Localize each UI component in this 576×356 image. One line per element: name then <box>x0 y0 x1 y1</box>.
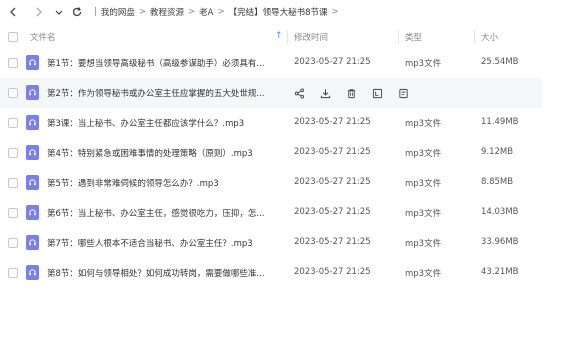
table-row[interactable]: 第6节：当上秘书、办公室主任，感觉很吃力，压抑，怎... 2023-05-27 … <box>0 198 542 228</box>
file-type: mp3文件 <box>405 179 442 189</box>
chevron-right-icon: > <box>217 7 225 17</box>
file-size: 43.21MB <box>481 267 519 277</box>
file-size: 33.96MB <box>481 237 519 247</box>
row-checkbox[interactable] <box>8 88 18 98</box>
file-type: mp3文件 <box>405 119 442 129</box>
table-row[interactable]: 第1节：要想当领导高级秘书（高级参谋助手）必须具有... 2023-05-27 … <box>0 48 542 78</box>
file-name[interactable]: 第1节：要想当领导高级秘书（高级参谋助手）必须具有... <box>47 57 277 69</box>
file-modified-time: 2023-05-27 21:25 <box>294 237 371 247</box>
file-type: mp3文件 <box>405 269 442 279</box>
column-header-size[interactable]: 大小 <box>481 31 498 43</box>
file-name[interactable]: 第8节：如何与领导相处？如何成功转岗，需要做哪些准... <box>47 267 277 279</box>
file-size: 11.49MB <box>481 117 519 127</box>
audio-file-icon <box>26 235 39 250</box>
file-modified-time: 2023-05-27 21:25 <box>294 177 371 187</box>
file-size: 14.03MB <box>481 207 519 217</box>
audio-file-icon <box>26 55 39 70</box>
back-icon[interactable] <box>6 5 20 19</box>
row-checkbox[interactable] <box>8 58 18 68</box>
file-type: mp3文件 <box>405 59 442 69</box>
column-header-time[interactable]: 修改时间 <box>294 31 328 43</box>
file-name[interactable]: 第4节：特别紧急或困难事情的处理策略（原则）.mp3 <box>47 147 277 159</box>
select-all-checkbox[interactable] <box>8 32 18 42</box>
column-divider <box>474 30 475 44</box>
file-name[interactable]: 第5节：遇到非常难伺候的领导怎么办？.mp3 <box>47 177 277 189</box>
table-row[interactable]: 第3课：当上秘书、办公室主任都应该学什么？.mp3 2023-05-27 21:… <box>0 108 542 138</box>
refresh-icon[interactable] <box>70 5 84 19</box>
more-icon[interactable] <box>396 86 410 100</box>
column-divider <box>398 30 399 44</box>
file-name[interactable]: 第3课：当上秘书、办公室主任都应该学什么？.mp3 <box>47 117 277 129</box>
audio-file-icon <box>26 115 39 130</box>
file-name[interactable]: 第6节：当上秘书、办公室主任，感觉很吃力，压抑，怎... <box>47 207 277 219</box>
file-modified-time: 2023-05-27 21:25 <box>294 57 371 67</box>
row-checkbox[interactable] <box>8 208 18 218</box>
file-type: mp3文件 <box>405 149 442 159</box>
file-size: 9.12MB <box>481 147 514 157</box>
file-modified-time: 2023-05-27 21:25 <box>294 147 371 157</box>
table-header: 文件名 ↑ 修改时间 类型 大小 <box>0 26 576 48</box>
chevron-right-icon: > <box>331 7 339 17</box>
table-row[interactable]: 第2节：作为领导秘书或办公室主任应掌握的五大处世规... <box>0 78 542 108</box>
file-name[interactable]: 第2节：作为领导秘书或办公室主任应掌握的五大处世规... <box>47 87 277 99</box>
file-type: mp3文件 <box>405 239 442 249</box>
column-divider <box>287 30 288 44</box>
dropdown-icon[interactable] <box>52 5 66 19</box>
column-header-name[interactable]: 文件名 <box>30 31 56 43</box>
row-checkbox[interactable] <box>8 238 18 248</box>
file-list: 第1节：要想当领导高级秘书（高级参谋助手）必须具有... 2023-05-27 … <box>0 48 576 288</box>
table-row[interactable]: 第8节：如何与领导相处？如何成功转岗，需要做哪些准... 2023-05-27 … <box>0 258 542 288</box>
audio-file-icon <box>26 265 39 280</box>
file-modified-time: 2023-05-27 21:25 <box>294 267 371 277</box>
chevron-right-icon: > <box>138 7 147 17</box>
file-modified-time: 2023-05-27 21:25 <box>294 117 371 127</box>
row-checkbox[interactable] <box>8 148 18 158</box>
row-actions <box>292 86 410 100</box>
table-row[interactable]: 第7节：哪些人根本不适合当秘书、办公室主任？.mp3 2023-05-27 21… <box>0 228 542 258</box>
breadcrumb: | 我的网盘 > 教程资源 > 老A > 【完结】领导大秘书8节课 > <box>90 6 343 18</box>
audio-file-icon <box>26 175 39 190</box>
breadcrumb-item[interactable]: 我的网盘 <box>101 6 135 18</box>
download-icon[interactable] <box>318 86 332 100</box>
audio-file-icon <box>26 145 39 160</box>
share-icon[interactable] <box>292 86 306 100</box>
breadcrumb-item[interactable]: 教程资源 <box>150 6 184 18</box>
row-checkbox[interactable] <box>8 178 18 188</box>
audio-file-icon <box>26 85 39 100</box>
column-header-type[interactable]: 类型 <box>405 31 422 43</box>
audio-file-icon <box>26 205 39 220</box>
file-size: 8.85MB <box>481 177 514 187</box>
breadcrumb-item[interactable]: 老A <box>199 6 213 18</box>
rename-icon[interactable] <box>370 86 384 100</box>
breadcrumb-item[interactable]: 【完结】领导大秘书8节课 <box>229 6 328 18</box>
chevron-right-icon: > <box>188 7 196 17</box>
toolbar: | 我的网盘 > 教程资源 > 老A > 【完结】领导大秘书8节课 > <box>0 0 576 24</box>
row-checkbox[interactable] <box>8 118 18 128</box>
delete-icon[interactable] <box>344 86 358 100</box>
sort-ascending-icon[interactable]: ↑ <box>275 31 283 41</box>
file-modified-time: 2023-05-27 21:25 <box>294 207 371 217</box>
table-row[interactable]: 第4节：特别紧急或困难事情的处理策略（原则）.mp3 2023-05-27 21… <box>0 138 542 168</box>
file-size: 25.54MB <box>481 57 519 67</box>
file-type: mp3文件 <box>405 209 442 219</box>
row-checkbox[interactable] <box>8 268 18 278</box>
file-name[interactable]: 第7节：哪些人根本不适合当秘书、办公室主任？.mp3 <box>47 237 277 249</box>
table-row[interactable]: 第5节：遇到非常难伺候的领导怎么办？.mp3 2023-05-27 21:25 … <box>0 168 542 198</box>
breadcrumb-separator: | <box>94 7 97 17</box>
forward-icon[interactable] <box>32 5 46 19</box>
